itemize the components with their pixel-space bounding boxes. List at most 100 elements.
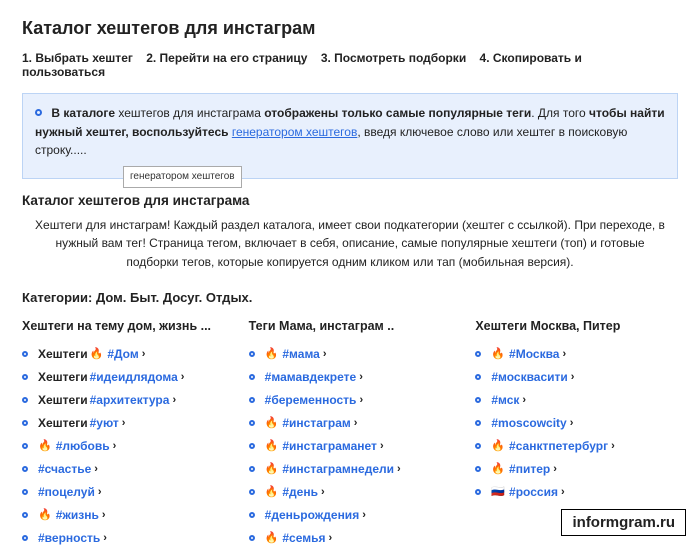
bullet-icon bbox=[249, 351, 255, 357]
tag-list-item[interactable]: #мамавдекрете› bbox=[249, 370, 452, 384]
tag-list-item[interactable]: Хештеги #уют› bbox=[22, 416, 225, 430]
hashtag-link[interactable]: #moscowcity bbox=[491, 416, 566, 430]
bullet-icon bbox=[22, 374, 28, 380]
tag-list-item[interactable]: 🔥#жизнь› bbox=[22, 508, 225, 522]
bullet-icon bbox=[475, 374, 481, 380]
bullet-icon bbox=[249, 374, 255, 380]
info-strong-2: отображены только самые популярные теги bbox=[264, 106, 531, 120]
bullet-icon bbox=[475, 489, 481, 495]
tag-prefix: Хештеги bbox=[38, 370, 88, 384]
fire-icon: 🔥 bbox=[38, 439, 52, 452]
column-title: Хештеги Москва, Питер bbox=[475, 319, 678, 333]
tag-list-item[interactable]: #беременность› bbox=[249, 393, 452, 407]
tag-list-item[interactable]: #деньрождения› bbox=[249, 508, 452, 522]
chevron-right-icon: › bbox=[359, 394, 363, 406]
tag-list-item[interactable]: 🔥#Москва› bbox=[475, 347, 678, 361]
bullet-icon bbox=[22, 466, 28, 472]
bullet-icon bbox=[22, 535, 28, 541]
fire-icon: 🔥 bbox=[265, 347, 279, 360]
hashtag-link[interactable]: #инстаграм bbox=[282, 416, 350, 430]
info-strong-1: В каталоге bbox=[51, 106, 115, 120]
tag-list-item[interactable]: 🔥#санктпетербург› bbox=[475, 439, 678, 453]
intro-text: Хештеги для инстаграм! Каждый раздел кат… bbox=[22, 216, 678, 272]
fire-icon: 🔥 bbox=[491, 439, 505, 452]
chevron-right-icon: › bbox=[98, 486, 102, 498]
tag-list-item[interactable]: 🔥#семья› bbox=[249, 531, 452, 545]
bullet-icon bbox=[22, 489, 28, 495]
hashtag-link[interactable]: #идеидлядома bbox=[90, 370, 178, 384]
bullet-icon bbox=[249, 397, 255, 403]
tag-list-item[interactable]: Хештеги 🔥#Дом› bbox=[22, 347, 225, 361]
hashtag-link[interactable]: #Москва bbox=[509, 347, 559, 361]
hashtag-link[interactable]: #мамавдекрете bbox=[265, 370, 357, 384]
bullet-icon bbox=[22, 397, 28, 403]
hashtag-link[interactable]: #счастье bbox=[38, 462, 91, 476]
fire-icon: 🔥 bbox=[491, 462, 505, 475]
tag-list-item[interactable]: 🇷🇺#россия› bbox=[475, 485, 678, 499]
info-bullet-icon bbox=[35, 109, 42, 116]
bullet-icon bbox=[475, 420, 481, 426]
tag-list-item[interactable]: 🔥#инстаграмнедели› bbox=[249, 462, 452, 476]
generator-link[interactable]: генератором хештегов bbox=[232, 125, 358, 139]
hashtag-link[interactable]: #архитектура bbox=[90, 393, 170, 407]
bullet-icon bbox=[475, 397, 481, 403]
tag-list-item[interactable]: 🔥#инстаграм› bbox=[249, 416, 452, 430]
hashtag-link[interactable]: #питер bbox=[509, 462, 550, 476]
tag-list-item[interactable]: #мск› bbox=[475, 393, 678, 407]
chevron-right-icon: › bbox=[122, 417, 126, 429]
tag-prefix: Хештеги bbox=[38, 393, 88, 407]
page-title: Каталог хештегов для инстаграм bbox=[22, 18, 678, 39]
bullet-icon bbox=[249, 443, 255, 449]
chevron-right-icon: › bbox=[103, 532, 107, 544]
hashtag-link[interactable]: #санктпетербург bbox=[509, 439, 608, 453]
hashtag-link[interactable]: #верность bbox=[38, 531, 100, 545]
chevron-right-icon: › bbox=[321, 486, 325, 498]
chevron-right-icon: › bbox=[380, 440, 384, 452]
categories-heading: Категории: Дом. Быт. Досуг. Отдых. bbox=[22, 290, 678, 305]
hashtag-link[interactable]: #жизнь bbox=[56, 508, 99, 522]
chevron-right-icon: › bbox=[553, 463, 557, 475]
fire-icon: 🔥 bbox=[265, 439, 279, 452]
fire-icon: 🔥 bbox=[265, 485, 279, 498]
chevron-right-icon: › bbox=[181, 371, 185, 383]
tag-list-item[interactable]: Хештеги #архитектура› bbox=[22, 393, 225, 407]
bullet-icon bbox=[249, 466, 255, 472]
tag-list-item[interactable]: #поцелуй› bbox=[22, 485, 225, 499]
hashtag-link[interactable]: #мама bbox=[282, 347, 319, 361]
hashtag-link[interactable]: #москвасити bbox=[491, 370, 567, 384]
chevron-right-icon: › bbox=[113, 440, 117, 452]
tag-prefix: Хештеги bbox=[38, 416, 88, 430]
chevron-right-icon: › bbox=[329, 532, 333, 544]
tag-list-item[interactable]: #верность› bbox=[22, 531, 225, 545]
tag-list-item[interactable]: 🔥#мама› bbox=[249, 347, 452, 361]
hashtag-link[interactable]: #любовь bbox=[56, 439, 110, 453]
hashtag-link[interactable]: #поцелуй bbox=[38, 485, 95, 499]
tag-list-item[interactable]: #москвасити› bbox=[475, 370, 678, 384]
tag-list: 🔥#мама›#мамавдекрете›#беременность›🔥#инс… bbox=[249, 347, 452, 545]
hashtag-link[interactable]: #уют bbox=[90, 416, 119, 430]
hashtag-link[interactable]: #деньрождения bbox=[265, 508, 360, 522]
bullet-icon bbox=[249, 420, 255, 426]
fire-icon: 🔥 bbox=[265, 462, 279, 475]
tag-list-item[interactable]: #счастье› bbox=[22, 462, 225, 476]
tag-list-item[interactable]: 🔥 #питер› bbox=[475, 462, 678, 476]
flag-icon: 🇷🇺 bbox=[491, 485, 505, 498]
chevron-right-icon: › bbox=[354, 417, 358, 429]
hashtag-link[interactable]: #беременность bbox=[265, 393, 357, 407]
tag-list: Хештеги 🔥#Дом›Хештеги #идеидлядома›Хеште… bbox=[22, 347, 225, 545]
tag-list-item[interactable]: 🔥#инстаграманет› bbox=[249, 439, 452, 453]
tag-list-item[interactable]: #moscowcity› bbox=[475, 416, 678, 430]
hashtag-link[interactable]: #семья bbox=[282, 531, 325, 545]
step-1: 1. Выбрать хештег bbox=[22, 51, 133, 65]
hashtag-link[interactable]: #мск bbox=[491, 393, 519, 407]
hashtag-link[interactable]: #инстаграмнедели bbox=[282, 462, 394, 476]
hashtag-link[interactable]: #день bbox=[282, 485, 318, 499]
tag-list-item[interactable]: 🔥#день› bbox=[249, 485, 452, 499]
info-text-2: . Для того bbox=[531, 106, 589, 120]
hashtag-link[interactable]: #Дом bbox=[107, 347, 138, 361]
tag-list-item[interactable]: Хештеги #идеидлядома› bbox=[22, 370, 225, 384]
hashtag-link[interactable]: #россия bbox=[509, 485, 558, 499]
section-subtitle: Каталог хештегов для инстаграма bbox=[22, 193, 678, 208]
tag-list-item[interactable]: 🔥 #любовь› bbox=[22, 439, 225, 453]
hashtag-link[interactable]: #инстаграманет bbox=[282, 439, 377, 453]
